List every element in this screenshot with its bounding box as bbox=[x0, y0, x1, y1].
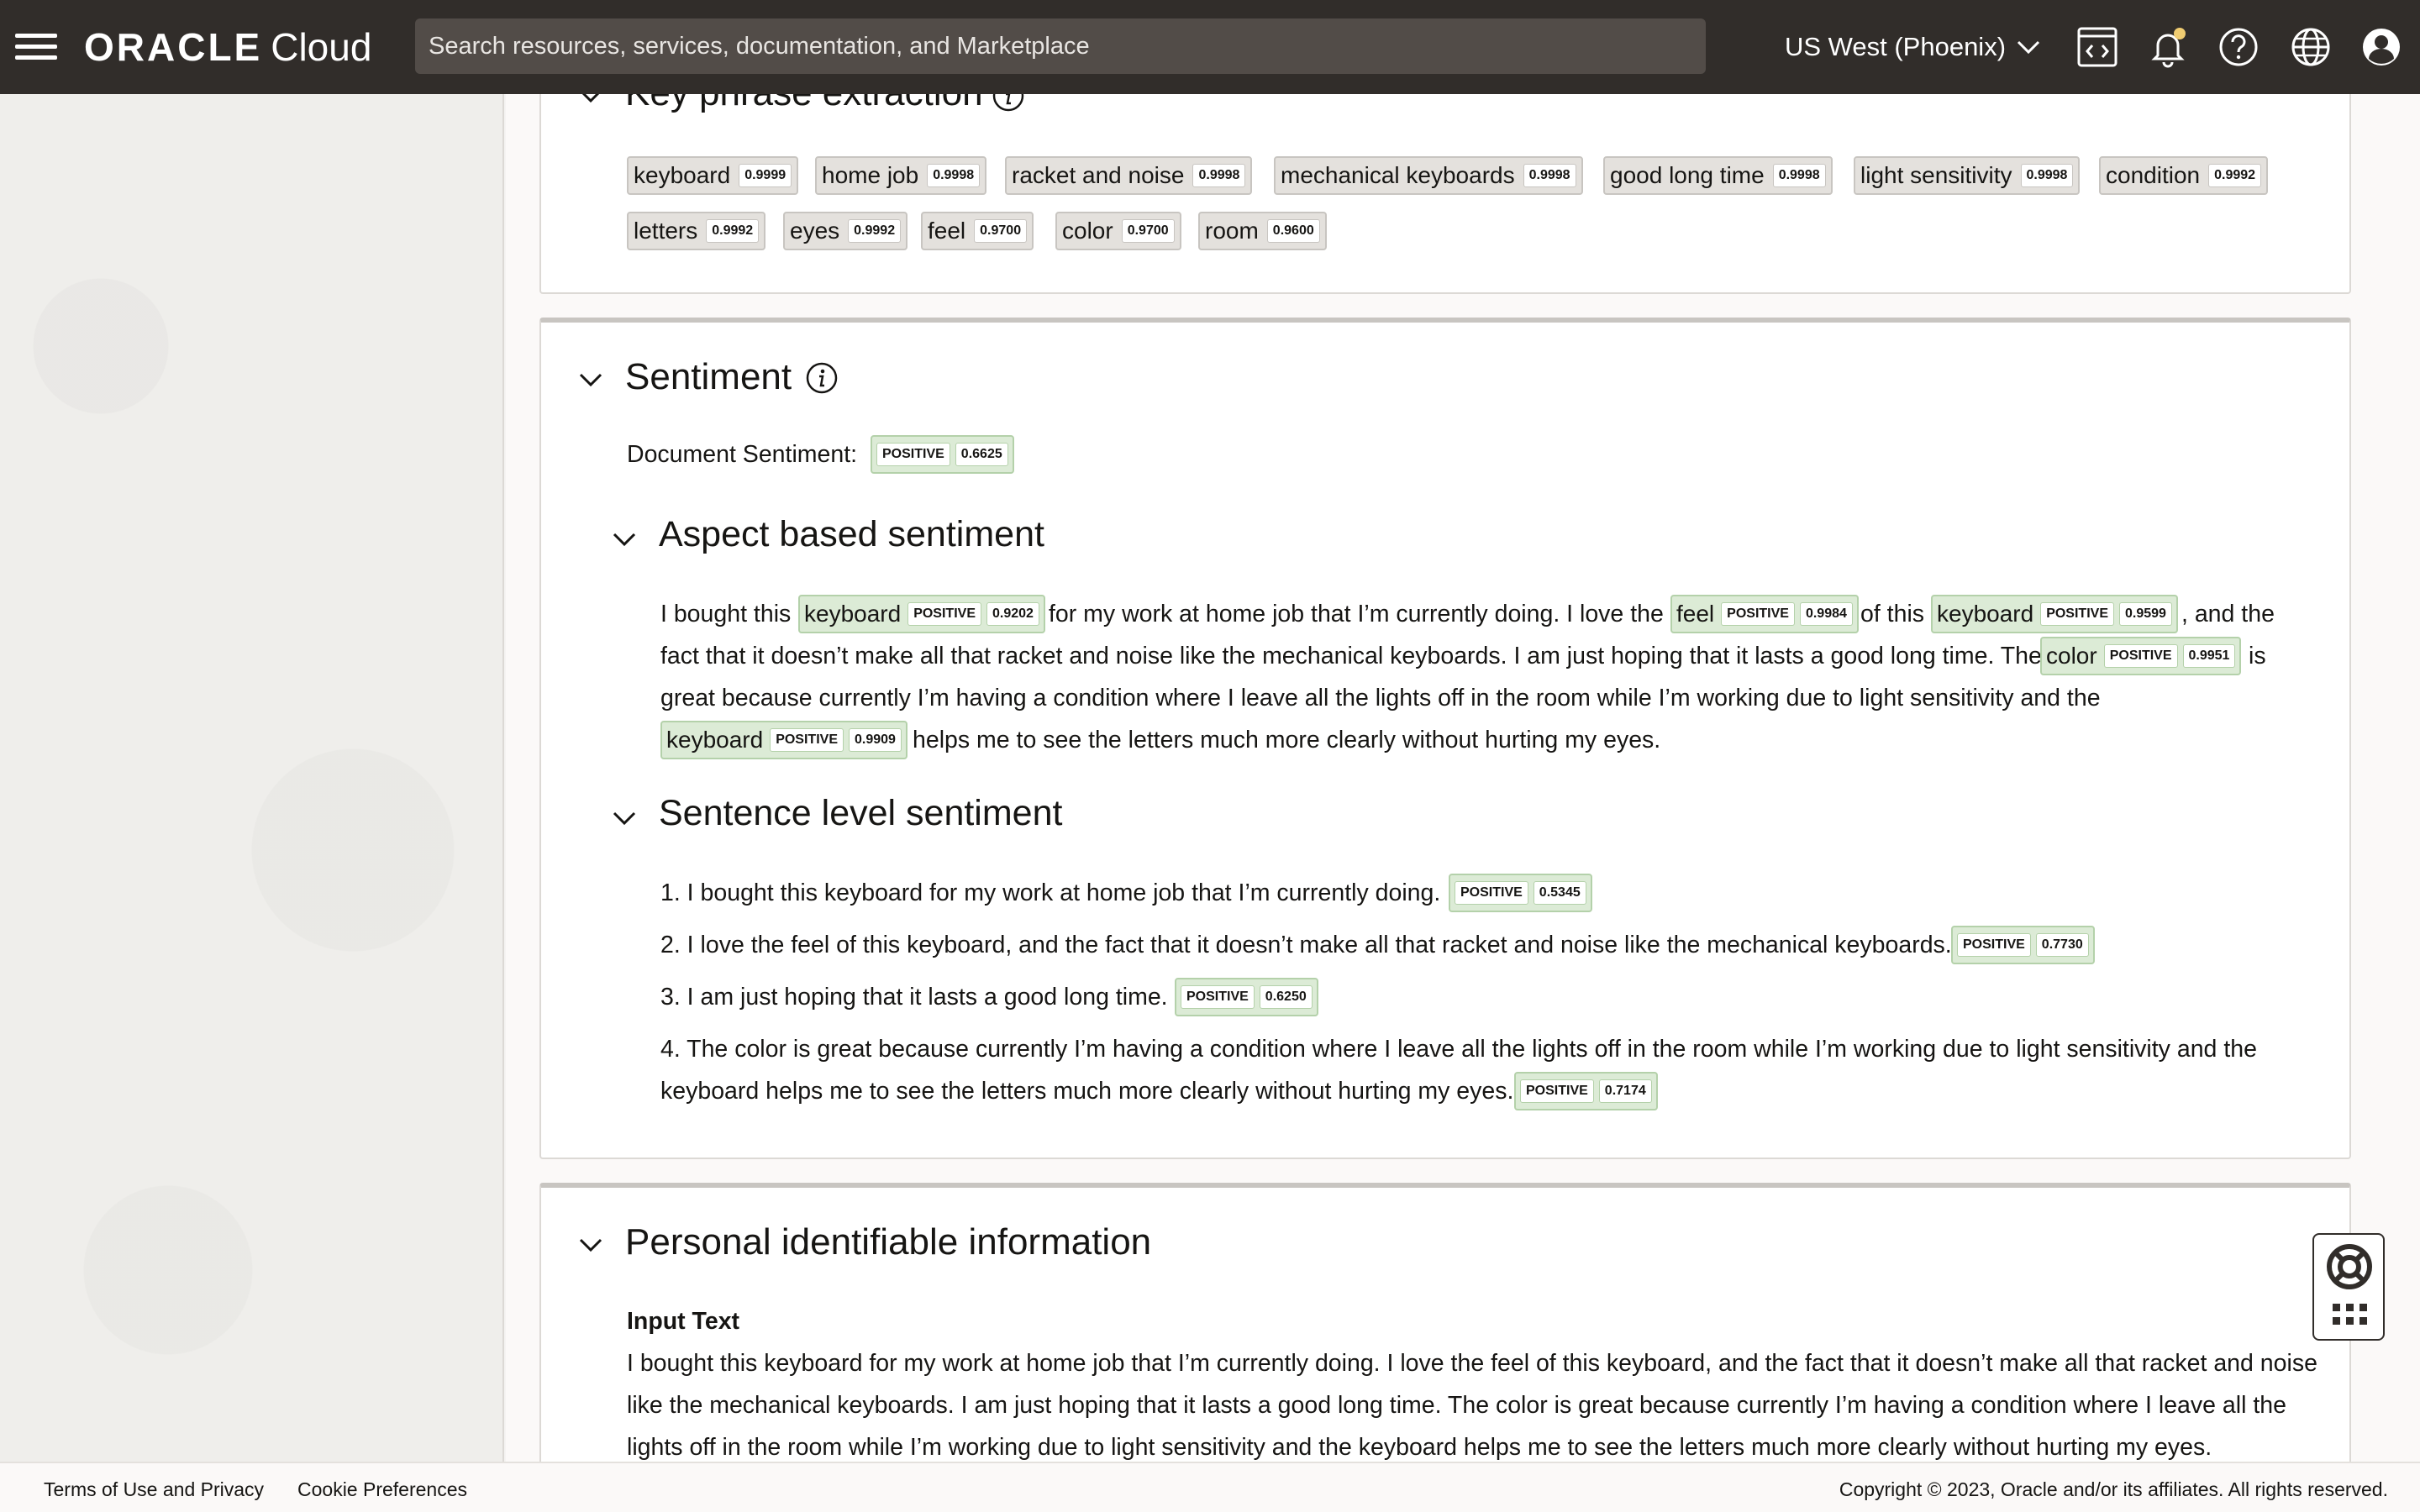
aspect-pill: color POSITIVE 0.9951 bbox=[2040, 637, 2242, 675]
page-footer: Terms of Use and Privacy Cookie Preferen… bbox=[0, 1462, 2420, 1512]
user-profile-icon[interactable] bbox=[2358, 24, 2405, 71]
sentence-item-continued: keyboard helps me to see the letters muc… bbox=[660, 1078, 1514, 1105]
aspect-pill: keyboard POSITIVE 0.9599 bbox=[1931, 595, 2178, 633]
sentence-badge: POSITIVE 0.5345 bbox=[1449, 874, 1592, 912]
key-phrase-chip: home job 0.9998 bbox=[815, 156, 987, 195]
key-phrase-chip: feel 0.9700 bbox=[921, 212, 1034, 250]
brand-secondary: Cloud bbox=[271, 25, 372, 69]
sentiment-card: Sentiment Document Sentiment: POSITIVE 0.… bbox=[539, 318, 2351, 1159]
aspect-text-segment: fact that it doesn’t make all that racke… bbox=[660, 643, 2042, 669]
pii-title: Personal identifiable information bbox=[625, 1221, 1152, 1263]
key-phrase-chip: eyes 0.9992 bbox=[783, 212, 908, 250]
oracle-cloud-logo[interactable]: ORACLE Cloud bbox=[84, 24, 371, 71]
hamburger-menu-icon[interactable] bbox=[15, 30, 57, 64]
aspect-pill: feel POSITIVE 0.9984 bbox=[1670, 595, 1859, 633]
top-navigation-bar: ORACLE Cloud US West (Phoenix) bbox=[0, 0, 2420, 94]
aspect-text-segment: is bbox=[2249, 643, 2266, 669]
pii-input-line: I bought this keyboard for my work at ho… bbox=[627, 1350, 2317, 1377]
brand-primary: ORACLE bbox=[84, 25, 263, 69]
sentence-sentiment-title: Sentence level sentiment bbox=[659, 793, 1063, 833]
key-phrase-chip: light sensitivity 0.9998 bbox=[1854, 156, 2081, 195]
aspect-text-segment: of this bbox=[1860, 601, 1925, 627]
aspect-text-segment: , and the bbox=[2181, 601, 2275, 627]
aspect-text-segment: great because currently I’m having a con… bbox=[660, 685, 2101, 711]
key-phrase-chip: room 0.9600 bbox=[1198, 212, 1327, 250]
search-input[interactable] bbox=[415, 18, 1706, 74]
floating-help-widget[interactable] bbox=[2312, 1233, 2385, 1341]
apps-grid-icon bbox=[2333, 1304, 2367, 1325]
aspect-pill: keyboard POSITIVE 0.9202 bbox=[798, 595, 1045, 633]
key-phrase-chip: racket and noise 0.9998 bbox=[1005, 156, 1253, 195]
document-sentiment-badge: POSITIVE 0.6625 bbox=[871, 435, 1014, 474]
info-icon[interactable] bbox=[805, 361, 839, 395]
sentence-badge: POSITIVE 0.6250 bbox=[1175, 978, 1318, 1016]
sentence-badge: POSITIVE 0.7730 bbox=[1951, 926, 2095, 964]
left-background-panel bbox=[0, 94, 504, 1462]
language-globe-icon[interactable] bbox=[2287, 24, 2334, 71]
key-phrase-chip: letters 0.9992 bbox=[627, 212, 766, 250]
document-sentiment-label: Document Sentiment: bbox=[627, 441, 858, 468]
chevron-down-icon[interactable] bbox=[578, 371, 603, 388]
aspect-text-segment: I bought this bbox=[660, 601, 792, 627]
chevron-down-icon[interactable] bbox=[612, 810, 637, 827]
aspect-text-segment: for my work at home job that I’m current… bbox=[1049, 601, 1664, 627]
region-selector[interactable]: US West (Phoenix) bbox=[1785, 25, 2041, 69]
aspect-text-segment: helps me to see the letters much more cl… bbox=[913, 727, 1661, 753]
sentiment-title: Sentiment bbox=[625, 356, 792, 397]
sentence-item: 4. The color is great because currently … bbox=[660, 1036, 2257, 1063]
sentence-badge: POSITIVE 0.7174 bbox=[1514, 1072, 1658, 1110]
notifications-bell-icon[interactable] bbox=[2144, 24, 2191, 71]
key-phrase-chip: good long time 0.9998 bbox=[1603, 156, 1833, 195]
chevron-down-icon[interactable] bbox=[612, 531, 637, 548]
sentence-item: 1. I bought this keyboard for my work at… bbox=[660, 879, 1441, 906]
pii-card: Personal identifiable information Input … bbox=[539, 1183, 2351, 1485]
copyright-text: Copyright © 2023, Oracle and/or its affi… bbox=[1839, 1478, 2388, 1500]
sentence-item: 3. I am just hoping that it lasts a good… bbox=[660, 984, 1168, 1011]
key-phrase-chip: keyboard 0.9999 bbox=[627, 156, 799, 195]
key-phrase-chip: mechanical keyboards 0.9998 bbox=[1274, 156, 1583, 195]
chevron-down-icon bbox=[2017, 40, 2040, 55]
terms-link[interactable]: Terms of Use and Privacy bbox=[44, 1478, 264, 1501]
lifebuoy-icon bbox=[2327, 1244, 2372, 1289]
input-text-label: Input Text bbox=[627, 1308, 740, 1335]
cookie-preferences-link[interactable]: Cookie Preferences bbox=[297, 1478, 467, 1501]
key-phrase-chip: condition 0.9992 bbox=[2099, 156, 2269, 195]
pii-input-line: like the mechanical keyboards. I am just… bbox=[627, 1392, 2286, 1419]
help-question-icon[interactable] bbox=[2215, 24, 2262, 71]
aspect-sentiment-title: Aspect based sentiment bbox=[659, 514, 1044, 554]
region-label: US West (Phoenix) bbox=[1785, 32, 2007, 61]
sentence-item: 2. I love the feel of this keyboard, and… bbox=[660, 932, 1952, 958]
key-phrase-chip: color 0.9700 bbox=[1055, 212, 1181, 250]
aspect-pill: keyboard POSITIVE 0.9909 bbox=[660, 721, 908, 759]
chevron-down-icon[interactable] bbox=[578, 1236, 603, 1253]
cloud-shell-icon[interactable] bbox=[2074, 24, 2121, 71]
